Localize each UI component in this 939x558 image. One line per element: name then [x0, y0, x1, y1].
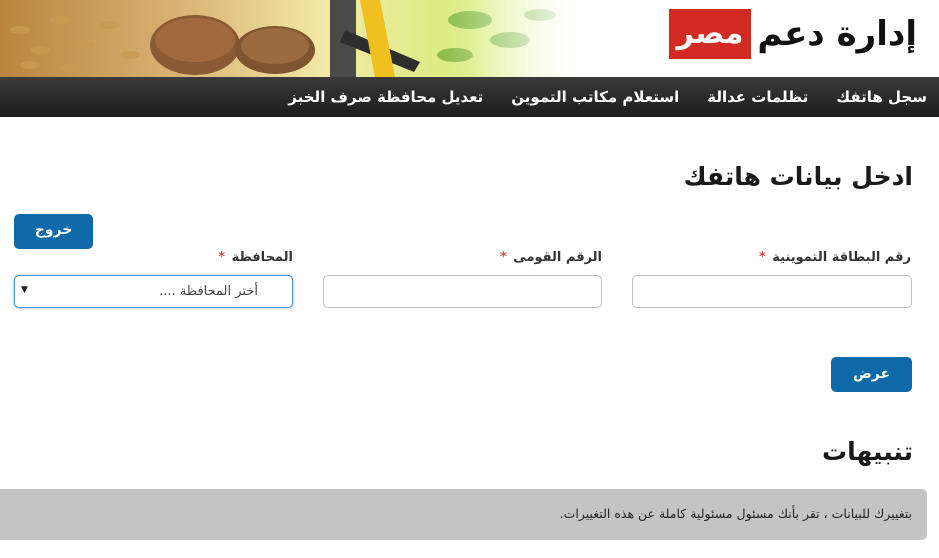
alerts-title: تنبيهات: [821, 437, 913, 466]
governorate-select-value: أختر المحافظة ....: [159, 284, 258, 299]
required-mark: *: [218, 250, 226, 265]
nav-item-register-phone[interactable]: سجل هاتفك: [836, 88, 927, 106]
card-number-input[interactable]: [632, 275, 912, 308]
main-nav: سجل هاتفك تظلمات عدالة استعلام مكاتب الت…: [0, 77, 939, 117]
card-number-label-text: رقم البطاقة التموينية: [772, 250, 911, 265]
banner-artwork: [0, 0, 590, 77]
show-button[interactable]: عرض: [831, 357, 912, 392]
nav-item-bread-governorate[interactable]: تعديل محافظة صرف الخبز: [288, 88, 483, 106]
national-id-input[interactable]: [323, 275, 602, 308]
logout-button[interactable]: خروج: [14, 214, 93, 249]
logo-text: إدارة دعم: [757, 14, 917, 54]
nav-item-adala-complaints[interactable]: تظلمات عدالة: [707, 88, 808, 106]
page-title: ادخل بيانات هاتفك: [683, 162, 913, 191]
governorate-label: المحافظة *: [218, 250, 293, 265]
national-id-label: الرقم القومى *: [500, 250, 602, 265]
site-header: إدارة دعم مصر: [0, 0, 939, 77]
alert-notice-box: بتغييرك للبيانات ، تقر بأنك مسئول مسئولي…: [0, 489, 927, 540]
site-logo[interactable]: إدارة دعم مصر: [668, 8, 917, 60]
national-id-label-text: الرقم القومى: [513, 250, 602, 265]
logo-badge: مصر: [668, 9, 752, 59]
caret-down-icon: ▼: [21, 285, 28, 295]
governorate-label-text: المحافظة: [231, 250, 293, 265]
alert-notice-text: بتغييرك للبيانات ، تقر بأنك مسئول مسئولي…: [559, 506, 912, 521]
governorate-select[interactable]: أختر المحافظة .... ▼: [14, 275, 293, 308]
card-number-label: رقم البطاقة التموينية *: [759, 250, 911, 265]
nav-item-supply-offices[interactable]: استعلام مكاتب التموين: [511, 88, 679, 106]
required-mark: *: [499, 250, 507, 265]
header-banner-image: [0, 0, 590, 77]
required-mark: *: [758, 250, 766, 265]
